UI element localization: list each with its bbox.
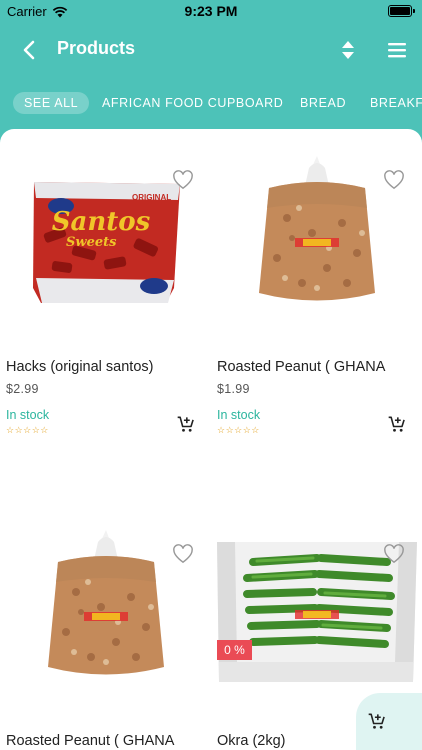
nav-bar: Products	[0, 22, 422, 78]
discount-badge: 0 %	[217, 640, 252, 660]
heart-icon[interactable]	[383, 170, 405, 190]
rating-stars: ☆☆☆☆☆	[6, 425, 49, 435]
product-image[interactable]	[217, 138, 417, 328]
add-to-cart-icon[interactable]	[176, 414, 196, 434]
sort-icon[interactable]	[338, 38, 358, 62]
heart-icon[interactable]	[172, 170, 194, 190]
back-arrow-icon[interactable]	[18, 38, 42, 62]
heart-icon[interactable]	[383, 544, 405, 564]
product-image[interactable]	[217, 512, 417, 702]
cart-button[interactable]	[356, 693, 422, 750]
category-tabs: SEE ALL AFRICAN FOOD CUPBOARD BREAD BREA…	[0, 86, 422, 120]
cart-icon	[368, 713, 385, 729]
product-card[interactable]: Santos Sweets ORIGINAL Hacks (original s…	[6, 138, 206, 438]
svg-text:Sweets: Sweets	[66, 235, 117, 250]
svg-text:ORIGINAL: ORIGINAL	[132, 193, 171, 202]
product-name: Okra (2kg)	[217, 733, 286, 749]
rating-stars: ☆☆☆☆☆	[217, 425, 260, 435]
tab-african-food-cupboard[interactable]: AFRICAN FOOD CUPBOARD	[102, 92, 283, 114]
product-name: Roasted Peanut ( GHANA	[217, 359, 386, 375]
product-name: Roasted Peanut ( GHANA	[6, 733, 175, 749]
status-bar: Carrier 9:23 PM	[0, 0, 422, 22]
clock: 9:23 PM	[184, 3, 238, 19]
stock-status: In stock	[6, 408, 50, 422]
tab-see-all[interactable]: SEE ALL	[13, 92, 90, 114]
product-image[interactable]	[6, 512, 206, 702]
product-card[interactable]: Roasted Peanut ( GHANA	[6, 512, 206, 750]
product-name: Hacks (original santos)	[6, 359, 154, 375]
product-price: $2.99	[6, 382, 39, 396]
svg-text:Santos: Santos	[52, 207, 151, 237]
tab-breakfast[interactable]: BREAKFAST	[370, 92, 422, 114]
page-title: Products	[57, 38, 136, 58]
product-card[interactable]: Roasted Peanut ( GHANA $1.99 In stock ☆☆…	[217, 138, 417, 438]
menu-icon[interactable]	[386, 39, 408, 61]
stock-status: In stock	[217, 408, 261, 422]
product-price: $1.99	[217, 382, 250, 396]
product-image[interactable]: Santos Sweets ORIGINAL	[6, 138, 206, 328]
add-to-cart-icon[interactable]	[387, 414, 407, 434]
battery-icon	[388, 5, 415, 17]
product-grid: Santos Sweets ORIGINAL Hacks (original s…	[0, 129, 422, 750]
tab-bread[interactable]: BREAD	[300, 92, 346, 114]
heart-icon[interactable]	[172, 544, 194, 564]
